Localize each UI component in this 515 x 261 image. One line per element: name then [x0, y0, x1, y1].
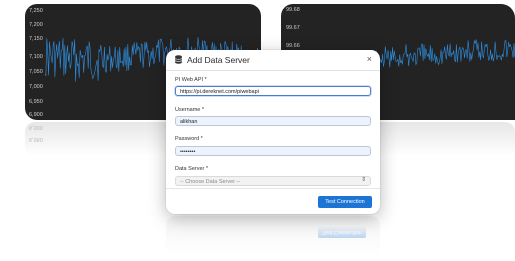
y-tick-label: 6,900 — [29, 112, 43, 118]
dataserver-select-value: -- Choose Data Server -- — [180, 179, 241, 185]
dialog-footer — [166, 188, 380, 189]
y-tick-label: 99.66 — [286, 43, 300, 49]
y-tick-label: 7,150 — [29, 36, 43, 42]
username-label: Username * — [175, 107, 205, 113]
test-connection-button[interactable]: Test Connection — [318, 196, 372, 208]
add-data-server-dialog: Add Data Server × PI Web API * https://p… — [166, 50, 380, 214]
y-tick-label: 7,050 — [29, 69, 43, 75]
y-tick-label: 7,100 — [29, 54, 43, 60]
y-tick-label: 99.67 — [286, 25, 300, 31]
password-input[interactable]: •••••••• — [175, 146, 371, 156]
y-tick-label: 7,000 — [29, 84, 43, 90]
dataserver-select[interactable]: -- Choose Data Server -- ⇕ — [175, 176, 371, 186]
close-icon[interactable]: × — [367, 54, 372, 64]
piwebapi-label: PI Web API * — [175, 77, 207, 83]
y-tick-label: 7,200 — [29, 22, 43, 28]
database-icon — [175, 55, 182, 64]
test-button-reflection: Test Connection — [318, 226, 366, 238]
piwebapi-input[interactable]: https://pi.dereknet.com/piwebapi — [175, 86, 371, 96]
dialog-title: Add Data Server — [187, 55, 250, 65]
dataserver-label: Data Server * — [175, 166, 209, 172]
y-tick-label: 7,250 — [29, 8, 43, 14]
y-tick-label: 99.68 — [286, 7, 300, 13]
y-tick-label: 6,950 — [29, 99, 43, 105]
password-label: Password * — [175, 136, 203, 142]
username-input[interactable]: alikhan — [175, 116, 371, 126]
reflected-tick-label: 6,900 — [29, 124, 43, 130]
dialog-header: Add Data Server × — [166, 50, 380, 71]
reflected-tick-label: 6,950 — [29, 136, 43, 142]
select-arrows-icon: ⇕ — [360, 177, 366, 183]
